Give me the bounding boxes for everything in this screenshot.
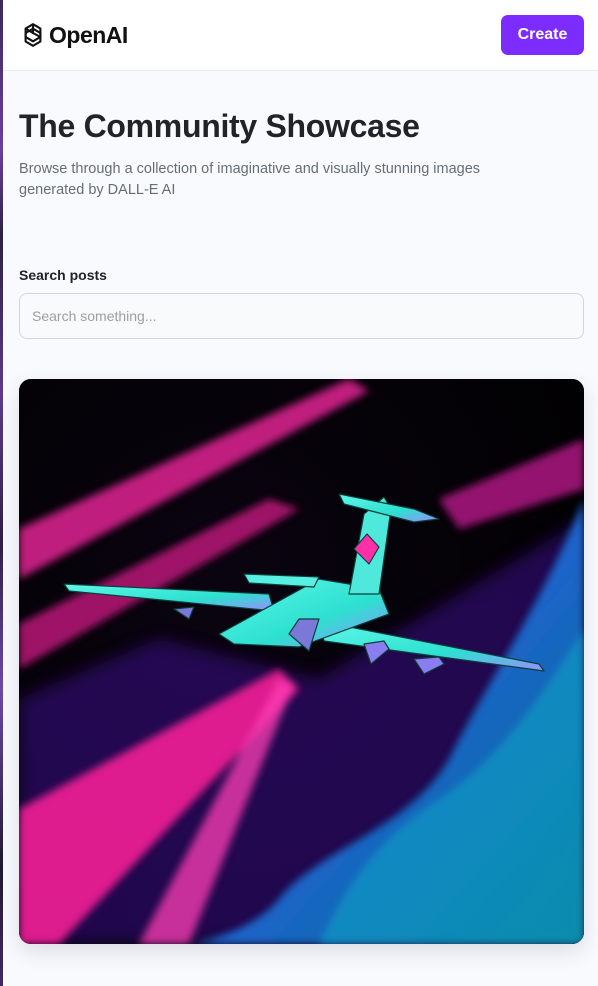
post-card[interactable] xyxy=(19,379,584,944)
openai-logo-link[interactable]: OpenAI xyxy=(19,21,128,49)
top-navbar: OpenAI Create xyxy=(0,0,598,71)
main-content: The Community Showcase Browse through a … xyxy=(19,71,584,944)
page-subtitle: Browse through a collection of imaginati… xyxy=(19,161,481,198)
post-image xyxy=(19,379,584,944)
logo-text: OpenAI xyxy=(49,21,128,48)
window-edge xyxy=(0,0,3,986)
create-button[interactable]: Create xyxy=(501,15,584,55)
page-title: The Community Showcase xyxy=(19,108,420,144)
search-input[interactable] xyxy=(19,293,584,339)
openai-logo-icon xyxy=(19,21,47,49)
search-label: Search posts xyxy=(19,267,107,283)
